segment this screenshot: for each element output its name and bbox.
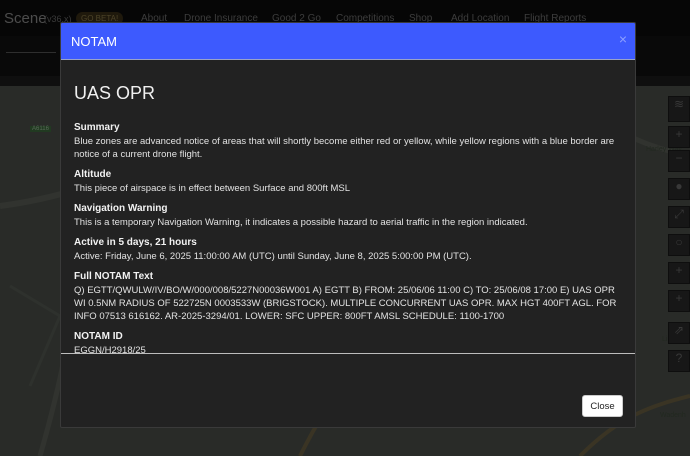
notam-dialog: NOTAM × UAS OPR Summary Blue zones are a… <box>60 22 636 428</box>
dialog-title: NOTAM <box>71 34 117 49</box>
footer-divider <box>61 353 635 354</box>
dialog-header: NOTAM × <box>61 23 635 59</box>
close-icon[interactable]: × <box>619 31 627 47</box>
section-heading: NOTAM ID <box>74 331 123 342</box>
section-heading: Active in 5 days, 21 hours <box>74 237 197 248</box>
section-heading: Altitude <box>74 169 112 180</box>
section-heading: Full NOTAM Text <box>74 271 154 282</box>
section-text: This is a temporary Navigation Warning, … <box>74 217 528 228</box>
close-button[interactable]: Close <box>582 395 623 417</box>
header-divider <box>61 59 635 60</box>
dialog-body: UAS OPR Summary Blue zones are advanced … <box>74 83 626 365</box>
section-text: This piece of airspace is in effect betw… <box>74 183 351 194</box>
navigation-warning-section: Navigation Warning This is a temporary N… <box>74 203 626 229</box>
section-heading: Navigation Warning <box>74 203 168 214</box>
section-text: Q) EGTT/QWULW/IV/BO/W/000/008/5227N00036… <box>74 285 617 322</box>
section-text: Active: Friday, June 6, 2025 11:00:00 AM… <box>74 251 472 262</box>
section-text: EGGN/H2918/25 <box>74 345 146 356</box>
section-heading: Summary <box>74 122 120 133</box>
notam-type-title: UAS OPR <box>74 83 156 103</box>
active-period-section: Active in 5 days, 21 hours Active: Frida… <box>74 237 626 263</box>
summary-section: Summary Blue zones are advanced notice o… <box>74 122 626 161</box>
full-notam-text-section: Full NOTAM Text Q) EGTT/QWULW/IV/BO/W/00… <box>74 271 626 323</box>
section-text: Blue zones are advanced notice of areas … <box>74 136 615 160</box>
altitude-section: Altitude This piece of airspace is in ef… <box>74 169 626 195</box>
